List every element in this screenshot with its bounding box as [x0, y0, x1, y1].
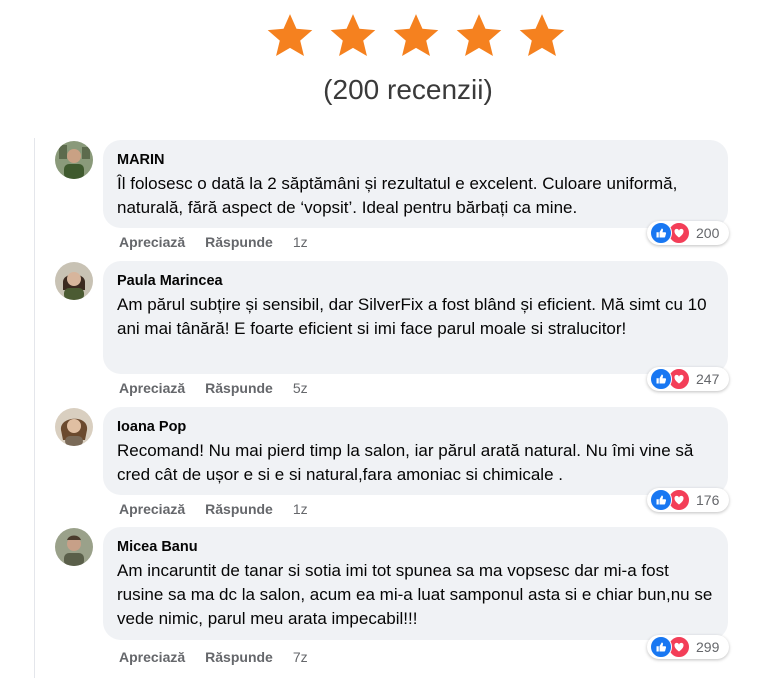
avatar[interactable] — [55, 528, 93, 566]
reaction-summary[interactable]: 200 — [647, 221, 729, 245]
star-icon — [321, 10, 384, 62]
comment-text: Am incaruntit de tanar si sotia imi tot … — [117, 561, 713, 628]
comment-text: Îl folosesc o dată la 2 săptămâni și rez… — [117, 174, 678, 217]
reaction-count: 200 — [696, 225, 720, 241]
comment-time[interactable]: 7z — [293, 649, 308, 665]
star-icon — [447, 10, 510, 62]
comment-actions: Apreciază Răspunde 5z — [119, 380, 308, 396]
comment-bubble: MARIN Îl folosesc o dată la 2 săptămâni … — [103, 140, 728, 228]
comment-time[interactable]: 1z — [293, 234, 308, 250]
comment-actions: Apreciază Răspunde 1z — [119, 234, 308, 250]
star-icon — [510, 10, 573, 62]
comment-author[interactable]: Ioana Pop — [117, 418, 714, 436]
comment-bubble: Ioana Pop Recomand! Nu mai pierd timp la… — [103, 407, 728, 495]
comment-text: Am părul subțire și sensibil, dar Silver… — [117, 295, 707, 338]
comment-author[interactable]: Paula Marincea — [117, 272, 714, 290]
reaction-count: 176 — [696, 492, 720, 508]
like-button[interactable]: Apreciază — [119, 649, 185, 665]
star-rating — [258, 10, 573, 62]
reaction-count: 299 — [696, 639, 720, 655]
like-icon — [650, 222, 672, 244]
like-button[interactable]: Apreciază — [119, 501, 185, 517]
star-icon — [258, 10, 321, 62]
reaction-count: 247 — [696, 371, 720, 387]
rating-summary: (200 recenzii) — [0, 0, 757, 120]
comment-bubble: Paula Marincea Am părul subțire și sensi… — [103, 261, 728, 374]
reaction-summary[interactable]: 247 — [647, 367, 729, 391]
reply-button[interactable]: Răspunde — [205, 234, 273, 250]
comment-author[interactable]: MARIN — [117, 151, 714, 169]
comment-text: Recomand! Nu mai pierd timp la salon, ia… — [117, 441, 694, 484]
thread-line — [34, 138, 35, 678]
comment-time[interactable]: 5z — [293, 380, 308, 396]
reaction-summary[interactable]: 176 — [647, 488, 729, 512]
comment-bubble: Micea Banu Am incaruntit de tanar si sot… — [103, 527, 728, 640]
star-icon — [384, 10, 447, 62]
review-count: (200 recenzii) — [323, 74, 493, 105]
like-icon — [650, 636, 672, 658]
like-icon — [650, 368, 672, 390]
comment-actions: Apreciază Răspunde 7z — [119, 649, 308, 665]
comment-time[interactable]: 1z — [293, 501, 308, 517]
reply-button[interactable]: Răspunde — [205, 501, 273, 517]
reaction-summary[interactable]: 299 — [647, 635, 729, 659]
reply-button[interactable]: Răspunde — [205, 380, 273, 396]
avatar[interactable] — [55, 141, 93, 179]
comment-author[interactable]: Micea Banu — [117, 538, 714, 556]
like-icon — [650, 489, 672, 511]
like-button[interactable]: Apreciază — [119, 380, 185, 396]
comment-actions: Apreciază Răspunde 1z — [119, 501, 308, 517]
reply-button[interactable]: Răspunde — [205, 649, 273, 665]
like-button[interactable]: Apreciază — [119, 234, 185, 250]
avatar[interactable] — [55, 262, 93, 300]
avatar[interactable] — [55, 408, 93, 446]
